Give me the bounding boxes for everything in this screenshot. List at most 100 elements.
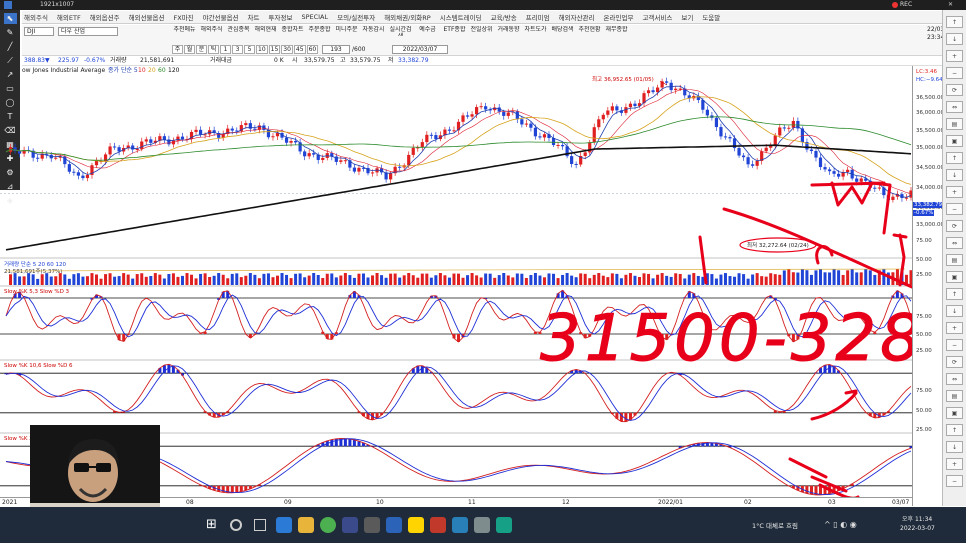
menu-item-11[interactable]: 시스템트레이딩: [440, 12, 482, 22]
current-pct-tag: -0.67%: [913, 210, 935, 216]
candle-body: [135, 149, 139, 151]
candle-body: [877, 187, 881, 189]
quick-button-15[interactable]: 추천현황: [577, 26, 602, 48]
side-tool-button-2[interactable]: +: [946, 50, 963, 62]
side-tool-button-23[interactable]: ▣: [946, 407, 963, 419]
menu-item-16[interactable]: 고객서비스: [642, 12, 672, 22]
side-tool-button-21[interactable]: ⇔: [946, 373, 963, 385]
volume-bar: [773, 274, 777, 285]
task-view-icon[interactable]: [254, 519, 266, 531]
side-tool-button-15[interactable]: ▣: [946, 271, 963, 283]
side-tool-button-4[interactable]: ⟳: [946, 84, 963, 96]
menu-item-0[interactable]: 해외주식: [24, 12, 48, 22]
app-icon-6[interactable]: [474, 517, 490, 533]
side-tool-button-11[interactable]: −: [946, 203, 963, 215]
close-icon[interactable]: ✕: [948, 0, 953, 10]
edge-icon[interactable]: [276, 517, 292, 533]
side-tool-button-27[interactable]: −: [946, 475, 963, 487]
menu-item-12[interactable]: 교육/방송: [491, 12, 517, 22]
side-tool-button-26[interactable]: +: [946, 458, 963, 470]
quick-button-1[interactable]: 해외주식: [199, 26, 224, 48]
quick-button-11[interactable]: 전일상위: [469, 26, 494, 48]
menu-item-14[interactable]: 해외자산관리: [559, 12, 595, 22]
volume-bar: [271, 277, 275, 285]
quick-button-9[interactable]: 예수금: [415, 26, 440, 48]
app-icon-7[interactable]: [496, 517, 512, 533]
quick-button-12[interactable]: 거래동향: [496, 26, 521, 48]
quick-button-16[interactable]: 재무종합: [604, 26, 629, 48]
app-icon-3[interactable]: [386, 517, 402, 533]
side-tool-button-10[interactable]: +: [946, 186, 963, 198]
volume-bar: [846, 270, 850, 285]
app-icon-1[interactable]: [342, 517, 358, 533]
chrome-icon[interactable]: [320, 517, 336, 533]
quick-button-4[interactable]: 종합차트: [280, 26, 305, 48]
side-tool-button-0[interactable]: ↑: [946, 16, 963, 28]
app-icon-5[interactable]: [452, 517, 468, 533]
menu-item-9[interactable]: 모의/실전투자: [337, 12, 375, 22]
side-tool-button-13[interactable]: ⇔: [946, 237, 963, 249]
menu-item-13[interactable]: 프리미엄: [526, 12, 550, 22]
side-tool-button-8[interactable]: ↑: [946, 152, 963, 164]
menu-item-8[interactable]: SPECIAL: [301, 13, 328, 21]
tray-icons[interactable]: ^ ▯ ◐ ◉: [824, 520, 857, 529]
weather-text[interactable]: 1°C 대체로 흐림: [752, 520, 798, 530]
quick-button-label-10: ETF종합: [443, 26, 466, 33]
quick-button-5[interactable]: 주문종합: [307, 26, 332, 48]
menu-item-10[interactable]: 해외채권/외화RP: [384, 12, 431, 22]
diagonal-line-icon[interactable]: ⟋: [4, 55, 17, 66]
side-tool-button-9[interactable]: ↓: [946, 169, 963, 181]
side-tool-button-20[interactable]: ⟳: [946, 356, 963, 368]
side-tool-button-18[interactable]: +: [946, 322, 963, 334]
quick-button-2[interactable]: 관심종목: [226, 26, 251, 48]
quick-button-13[interactable]: 차트도가: [523, 26, 548, 48]
menu-item-7[interactable]: 투자정보: [269, 12, 293, 22]
menu-item-18[interactable]: 도움말: [702, 12, 720, 22]
side-tool-button-19[interactable]: −: [946, 339, 963, 351]
side-tool-button-24[interactable]: ↑: [946, 424, 963, 436]
menu-item-1[interactable]: 해외ETF: [57, 12, 81, 22]
pencil-icon[interactable]: ✎: [4, 27, 17, 38]
side-tool-button-16[interactable]: ↑: [946, 288, 963, 300]
stoch-tick: 75.00: [916, 388, 932, 394]
side-tool-button-3[interactable]: −: [946, 67, 963, 79]
quick-button-8[interactable]: 실시간검색: [388, 26, 413, 48]
side-tool-button-12[interactable]: ⟳: [946, 220, 963, 232]
side-tool-button-14[interactable]: ▤: [946, 254, 963, 266]
menu-item-17[interactable]: 보기: [681, 12, 693, 22]
side-tool-button-17[interactable]: ↓: [946, 305, 963, 317]
windows-start-icon[interactable]: ⊞: [206, 518, 220, 532]
side-tool-button-6[interactable]: ▤: [946, 118, 963, 130]
line-icon[interactable]: ╱: [4, 41, 17, 52]
quick-button-10[interactable]: ETF종합: [442, 26, 467, 48]
menu-item-4[interactable]: FX마진: [174, 12, 194, 22]
symbol-input[interactable]: DJI: [24, 27, 54, 36]
app-icon-2[interactable]: [364, 517, 380, 533]
menu-item-2[interactable]: 해외옵션주: [90, 12, 120, 22]
menu-item-6[interactable]: 차트: [248, 12, 260, 22]
high-label: 고: [340, 57, 346, 64]
app-icon-4[interactable]: [430, 517, 446, 533]
volume-bar: [99, 278, 103, 285]
quick-button-7[interactable]: 자동감시: [361, 26, 386, 48]
menu-item-5[interactable]: 야간선물옵션: [203, 12, 239, 22]
side-tool-button-7[interactable]: ▣: [946, 135, 963, 147]
quick-button-0[interactable]: 추천메뉴: [172, 26, 197, 48]
open-value: 33,579.75: [304, 57, 335, 64]
side-tool-button-1[interactable]: ↓: [946, 33, 963, 45]
side-tool-button-25[interactable]: ↓: [946, 441, 963, 453]
folder-icon[interactable]: [298, 517, 314, 533]
menu-item-15[interactable]: 온라인업무: [604, 12, 634, 22]
quick-button-6[interactable]: 미니주문: [334, 26, 359, 48]
stoch-tick: 50.00: [916, 408, 932, 414]
quick-button-14[interactable]: 배당검색: [550, 26, 575, 48]
side-tool-button-5[interactable]: ⇔: [946, 101, 963, 113]
search-icon[interactable]: [230, 519, 242, 531]
cursor-icon[interactable]: ⬉: [3, 13, 17, 24]
overbought-fill: [312, 438, 913, 449]
kakaotalk-icon[interactable]: [408, 517, 424, 533]
quick-button-3[interactable]: 해외현재: [253, 26, 278, 48]
menu-item-3[interactable]: 해외선물옵션: [129, 12, 165, 22]
side-tool-button-22[interactable]: ▤: [946, 390, 963, 402]
candle-body: [94, 161, 99, 166]
